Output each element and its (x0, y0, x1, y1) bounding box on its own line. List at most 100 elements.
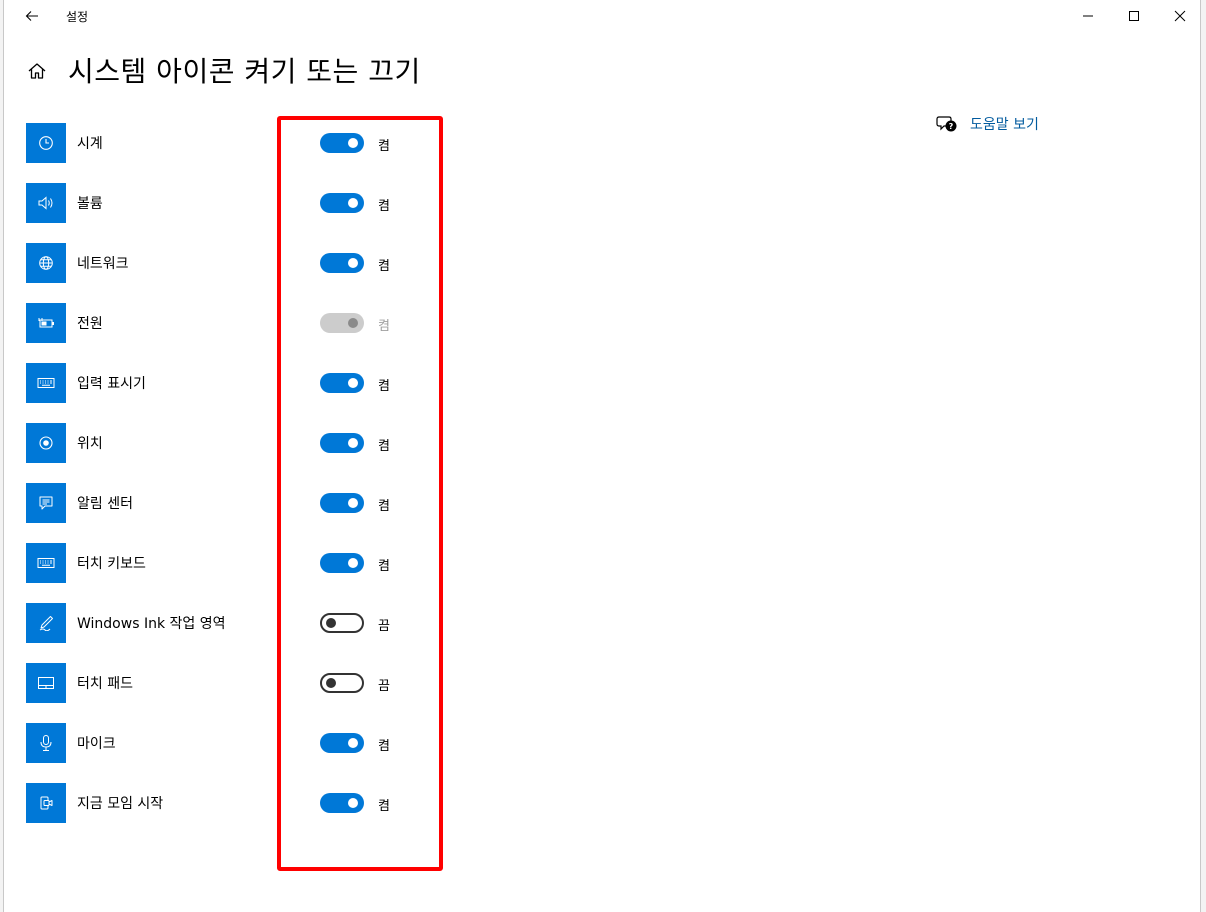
toggle-switch[interactable] (320, 193, 364, 213)
item-label: 위치 (77, 436, 103, 452)
toggle-knob (326, 678, 336, 688)
list-item-location: 위치 켬 (26, 423, 406, 463)
keyboard-icon (37, 378, 55, 388)
toggle-switch (320, 313, 364, 333)
toggle-knob (348, 738, 358, 748)
toggle-switch[interactable] (320, 793, 364, 813)
list-item-action-center: 알림 센터 켬 (26, 483, 406, 523)
tile (26, 123, 66, 163)
toggle-switch[interactable] (320, 253, 364, 273)
toggle-knob (348, 198, 358, 208)
location-icon (39, 436, 53, 450)
list-item-input-indicator: 입력 표시기 켬 (26, 363, 406, 403)
item-label: 전원 (77, 316, 103, 332)
tile (26, 183, 66, 223)
toggle-knob (348, 138, 358, 148)
toggle-state-text: 켬 (378, 799, 390, 814)
list-item-network: 네트워크 켬 (26, 243, 406, 283)
item-label: 시계 (77, 136, 103, 152)
toggle-state-text: 켬 (378, 559, 390, 574)
item-label: 터치 키보드 (77, 556, 146, 572)
toggle-knob (348, 318, 358, 328)
minimize-button[interactable] (1065, 0, 1111, 32)
toggle-knob (348, 378, 358, 388)
tile (26, 303, 66, 343)
touch-keyboard-icon (37, 558, 55, 568)
close-button[interactable] (1157, 0, 1203, 32)
item-label: 볼륨 (77, 196, 103, 212)
tile (26, 783, 66, 823)
toggle-knob (348, 558, 358, 568)
help-link[interactable]: ? 도움말 보기 (936, 114, 1039, 134)
toggle-state-text: 켬 (378, 139, 390, 154)
tile (26, 483, 66, 523)
item-label: 터치 패드 (77, 676, 133, 692)
toggle-switch[interactable] (320, 673, 364, 693)
toggle-state-text: 켬 (378, 199, 390, 214)
toggle-knob (348, 258, 358, 268)
toggle-switch[interactable] (320, 433, 364, 453)
touchpad-icon (38, 677, 54, 689)
window-border-left (0, 0, 4, 912)
maximize-icon (1129, 11, 1139, 21)
item-label: 네트워크 (77, 256, 129, 272)
tile (26, 543, 66, 583)
toggle-state-text: 끔 (378, 619, 390, 634)
close-icon (1174, 10, 1186, 22)
toggle-state-text: 켬 (378, 499, 390, 514)
window-border-right (1200, 0, 1206, 912)
toggle-switch[interactable] (320, 493, 364, 513)
tile (26, 243, 66, 283)
microphone-icon (40, 735, 52, 751)
globe-icon (39, 256, 53, 270)
toggle-switch[interactable] (320, 373, 364, 393)
toggle-knob (326, 618, 336, 628)
clock-icon (39, 136, 53, 150)
item-label: 알림 센터 (77, 496, 133, 512)
help-link-label: 도움말 보기 (970, 117, 1039, 133)
toggle-switch[interactable] (320, 613, 364, 633)
toggle-switch[interactable] (320, 553, 364, 573)
home-button[interactable] (24, 58, 50, 84)
toggle-knob (348, 798, 358, 808)
tile (26, 423, 66, 463)
list-item-touchpad: 터치 패드 끔 (26, 663, 406, 703)
item-label: 마이크 (77, 736, 116, 752)
maximize-button[interactable] (1111, 0, 1157, 32)
list-item-meet-now: 지금 모임 시작 켬 (26, 783, 406, 823)
list-item-windows-ink: Windows Ink 작업 영역 끔 (26, 603, 406, 643)
toggle-switch[interactable] (320, 733, 364, 753)
help-chat-icon: ? (936, 116, 957, 132)
title-bar: 설정 (4, 0, 1200, 32)
list-item-volume: 볼륨 켬 (26, 183, 406, 223)
toggle-switch[interactable] (320, 133, 364, 153)
tile (26, 603, 66, 643)
tile (26, 723, 66, 763)
minimize-icon (1083, 15, 1093, 17)
window-title: 설정 (66, 10, 89, 24)
toggle-state-text: 켬 (378, 739, 390, 754)
list-item-power: 전원 켬 (26, 303, 406, 343)
tile (26, 363, 66, 403)
list-item-touch-keyboard: 터치 키보드 켬 (26, 543, 406, 583)
toggle-knob (348, 498, 358, 508)
tile (26, 663, 66, 703)
toggle-state-text: 켬 (378, 439, 390, 454)
volume-icon (38, 196, 53, 210)
home-icon (28, 63, 46, 79)
toggle-knob (348, 438, 358, 448)
toggle-state-text: 켬 (378, 259, 390, 274)
item-label: 입력 표시기 (77, 376, 146, 392)
item-label: Windows Ink 작업 영역 (77, 616, 226, 632)
back-arrow-icon (25, 11, 38, 21)
toggle-state-text: 켬 (378, 379, 390, 394)
toggle-state-text: 끔 (378, 679, 390, 694)
back-button[interactable] (12, 0, 52, 32)
list-item-clock: 시계 켬 (26, 123, 406, 163)
toggle-state-text: 켬 (378, 319, 390, 334)
pen-icon (39, 616, 53, 631)
meet-now-icon (40, 796, 53, 810)
item-label: 지금 모임 시작 (77, 796, 164, 812)
list-item-microphone: 마이크 켬 (26, 723, 406, 763)
svg-text:?: ? (949, 122, 954, 131)
